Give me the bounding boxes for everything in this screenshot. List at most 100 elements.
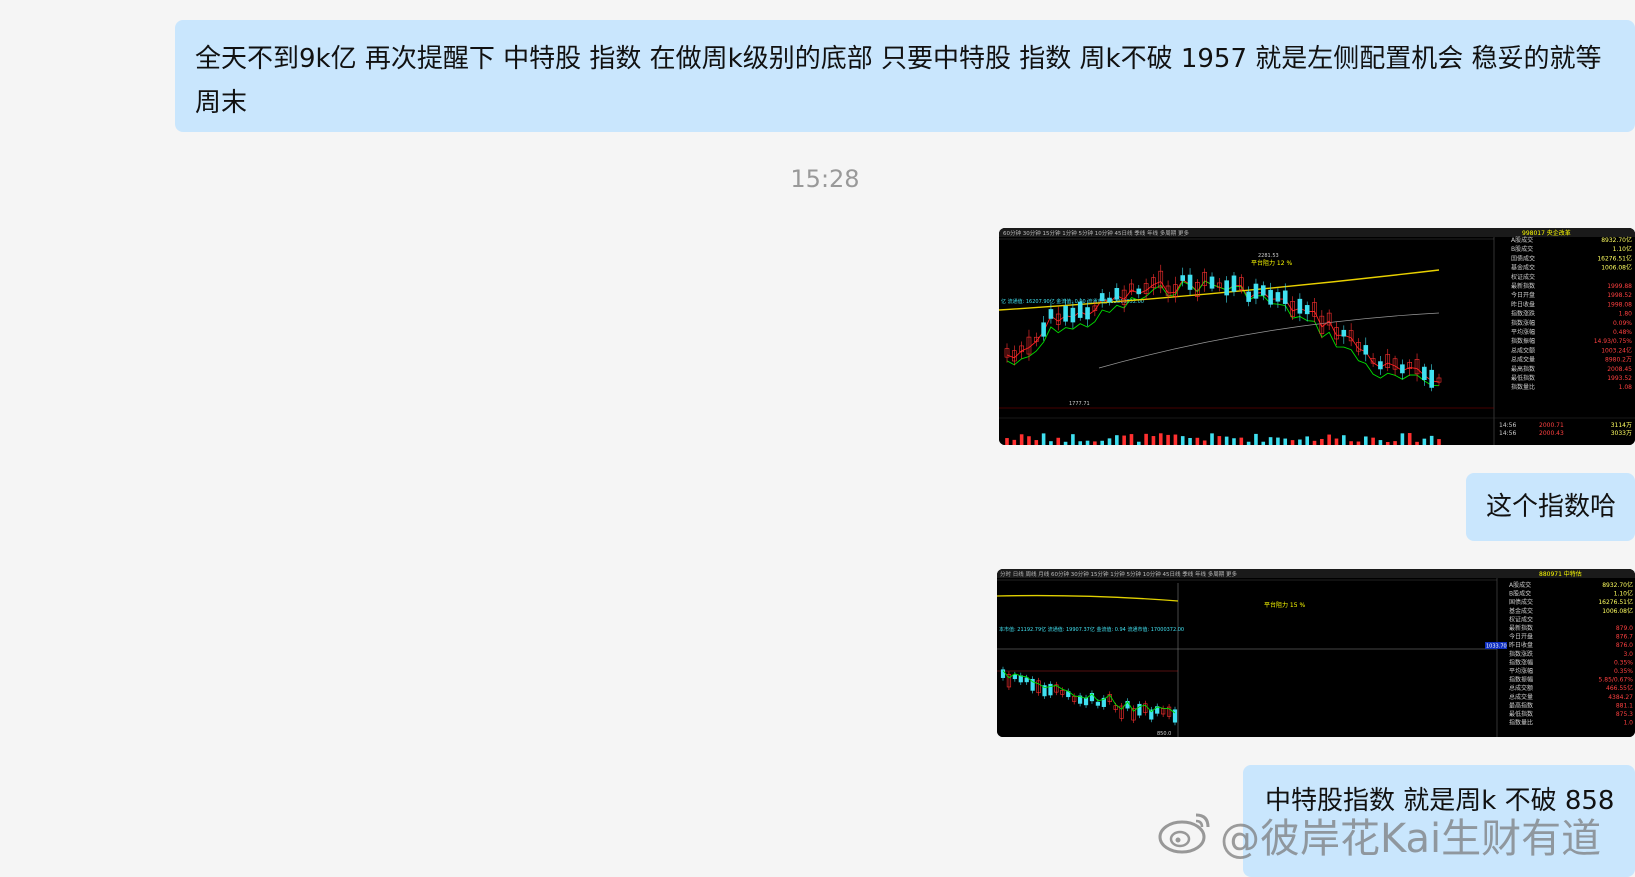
info-line: 本市值: 21192.79亿 流通值: 19907.37亿 金流值: 0.94 … [999, 626, 1184, 633]
tick-volume: 3033万 [1611, 430, 1632, 437]
panel-value: 0.48% [1613, 329, 1632, 336]
volume-bar [1320, 438, 1324, 445]
panel-value: 876.0 [1616, 642, 1633, 649]
candle-body [1070, 307, 1076, 323]
volume-bar [1217, 436, 1222, 445]
panel-label: 最高指数 [1509, 701, 1533, 709]
message-text: 全天不到9k亿 再次提醒下 中特股 指数 在做周k级别的底部 只要中特股 指数 … [195, 44, 1602, 118]
volume-bar [1202, 440, 1207, 445]
panel-value: 881.1 [1616, 702, 1633, 709]
panel-label: 指数振幅 [1511, 337, 1535, 345]
price-marker: 1033.70 [1486, 644, 1507, 650]
panel-label: 基金成交 [1511, 264, 1535, 272]
volume-bar [1136, 441, 1141, 445]
tick-price: 2000.71 [1539, 422, 1564, 429]
volume-bar [1400, 433, 1405, 445]
panel-label: 国债成交 [1509, 598, 1533, 606]
candle-body [1275, 292, 1281, 302]
panel-value: 1999.88 [1607, 283, 1632, 290]
volume-bar [1085, 440, 1090, 445]
chat-message: 全天不到9k亿 再次提醒下 中特股 指数 在做周k级别的底部 只要中特股 指数 … [175, 20, 1635, 132]
panel-value: 1998.52 [1607, 292, 1632, 299]
volume-bar [1034, 440, 1039, 445]
panel-label: 今日开盘 [1509, 633, 1533, 641]
panel-value: 0.35% [1614, 668, 1633, 675]
volume-bar [1305, 436, 1310, 445]
volume-bar [1195, 437, 1200, 445]
candle-body [1137, 703, 1142, 716]
panel-label: 最新指数 [1509, 624, 1533, 632]
panel-label: 总成交量 [1509, 693, 1533, 701]
panel-value: 16276.51亿 [1598, 598, 1633, 606]
candle-body [1282, 290, 1288, 304]
panel-label: B股成交 [1509, 590, 1531, 598]
volume-bar [1415, 441, 1419, 445]
panel-label: 总成交量 [1511, 356, 1535, 364]
candle-body [1012, 674, 1017, 680]
candle-body [1378, 361, 1383, 370]
candle-body [1077, 301, 1083, 318]
panel-label: A股成交 [1511, 236, 1533, 244]
volume-bar [1254, 433, 1258, 445]
volume-bar [1312, 440, 1317, 445]
panel-value: 3.0 [1623, 651, 1633, 658]
candle-body [1187, 274, 1193, 290]
panel-value: 16276.51亿 [1597, 254, 1632, 262]
watermark-text: @彼岸花Kai生财有道 [1220, 816, 1602, 862]
panel-label: 指数量比 [1509, 719, 1533, 727]
candle-body [1041, 322, 1046, 337]
low-label: 850.0 [1157, 731, 1171, 737]
panel-label: 国债成交 [1511, 254, 1535, 262]
panel-value: 1.08 [1619, 384, 1633, 391]
tick-time: 14:56 [1499, 430, 1516, 437]
volume-bar [1224, 436, 1229, 445]
candle-body [1063, 305, 1068, 322]
volume-bar [1422, 438, 1427, 445]
candle-body [1114, 288, 1120, 300]
volume-bar [1232, 438, 1236, 445]
chart-screenshot-image[interactable]: 60分钟 30分钟 15分钟 1分钟 5分钟 10分钟 45日线 季线 年线 多… [999, 228, 1635, 445]
volume-bar [1334, 438, 1339, 445]
panel-label: 今日开盘 [1511, 291, 1535, 299]
panel-label: 最低指数 [1511, 374, 1535, 382]
volume-bar [1393, 441, 1397, 445]
volume-bar [1166, 434, 1170, 445]
tick-price: 2000.43 [1539, 430, 1564, 437]
panel-label: B股成交 [1511, 245, 1533, 253]
panel-label: 指数涨幅 [1511, 319, 1535, 327]
panel-value: 0.09% [1613, 320, 1632, 327]
volume-bar [1349, 441, 1353, 445]
candle-body [1224, 280, 1229, 296]
volume-bar [1158, 433, 1163, 445]
candle-body [1268, 289, 1273, 305]
candle-body [1400, 364, 1405, 374]
candle-body [1341, 329, 1347, 337]
candle-body [1048, 683, 1053, 696]
panel-value: 0.35% [1614, 659, 1633, 666]
tick-time: 14:56 [1499, 422, 1516, 429]
message-timestamp: 15:28 [790, 165, 860, 193]
panel-label: 昨日收盘 [1511, 300, 1535, 308]
candle-body [1231, 275, 1237, 292]
volume-bar [1342, 435, 1346, 445]
candle-body [1429, 369, 1434, 388]
panel-label: 最低指数 [1509, 710, 1533, 718]
index-name: 998017 央企改革 [1522, 229, 1571, 237]
panel-value: 879.0 [1616, 625, 1633, 632]
panel-label: 指数涨跌 [1511, 310, 1535, 318]
candle-body [1246, 291, 1251, 302]
candle-body [1095, 701, 1100, 706]
weibo-logo-icon [1158, 809, 1212, 873]
volume-bar [1327, 434, 1331, 445]
volume-bar [1129, 434, 1134, 445]
panel-label: 指数涨幅 [1509, 658, 1533, 666]
volume-bar [1027, 436, 1031, 445]
panel-label: 总成交额 [1511, 346, 1535, 354]
candle-body [1099, 293, 1105, 301]
volume-bar [1071, 434, 1075, 445]
panel-value: 1993.52 [1607, 375, 1632, 382]
panel-value: 1998.08 [1607, 301, 1632, 308]
candle-body [1422, 366, 1427, 380]
panel-label: 昨日收盘 [1509, 641, 1533, 649]
chart-screenshot-image[interactable]: 分时 日线 周线 月线 60分钟 30分钟 15分钟 1分钟 5分钟 10分钟 … [997, 569, 1635, 737]
